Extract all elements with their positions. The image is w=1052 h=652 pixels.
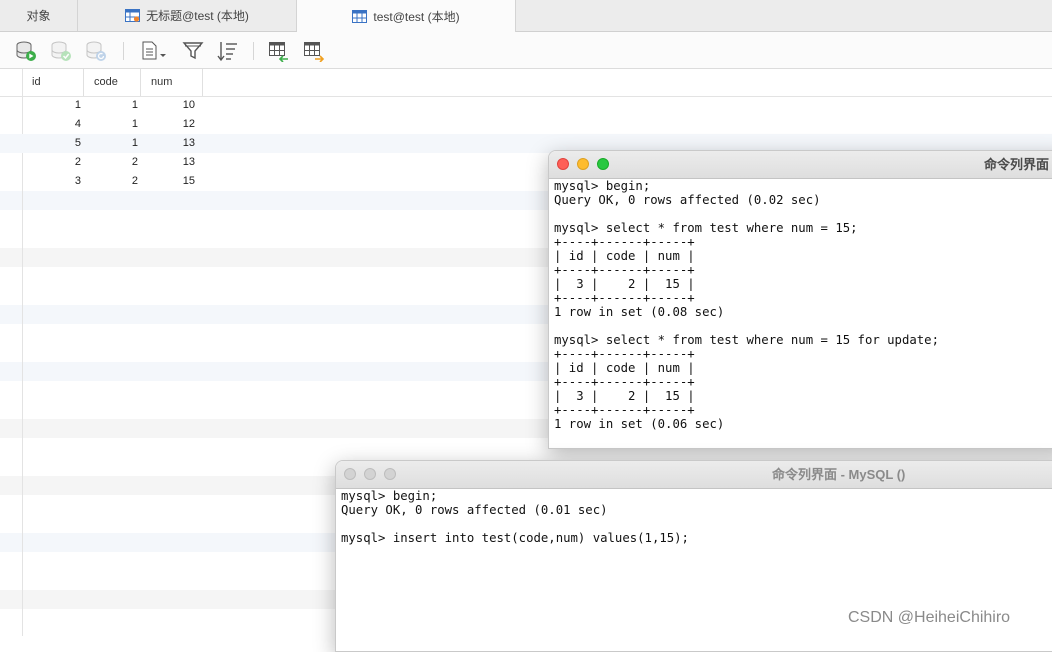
table-icon xyxy=(352,9,368,23)
cell-code[interactable]: 2 xyxy=(84,153,138,172)
column-header-num[interactable]: num xyxy=(141,69,203,96)
cell-num[interactable]: 15 xyxy=(141,172,195,191)
tab-label: 无标题@test (本地) xyxy=(146,9,249,23)
terminal-output[interactable]: mysql> begin; Query OK, 0 rows affected … xyxy=(341,489,689,545)
terminal-window-1[interactable]: 命令列界面 mysql> begin; Query OK, 0 rows aff… xyxy=(548,150,1052,449)
cell-id[interactable]: 4 xyxy=(22,115,81,134)
import-icon[interactable] xyxy=(268,40,290,63)
column-header-code[interactable]: code xyxy=(84,69,141,96)
window-title: 命令列界面 xyxy=(984,157,1050,172)
toolbar-divider xyxy=(253,42,254,60)
tab-objects[interactable]: 对象 xyxy=(0,0,78,31)
title-bar[interactable]: 命令列界面 - MySQL () xyxy=(336,461,1052,489)
minimize-button[interactable] xyxy=(364,468,376,480)
cell-code[interactable]: 1 xyxy=(84,115,138,134)
window-title: 命令列界面 - MySQL () xyxy=(772,467,906,482)
toolbar-divider xyxy=(123,42,124,60)
tab-test-table[interactable]: test@test (本地) xyxy=(297,0,516,32)
cell-id[interactable]: 5 xyxy=(22,134,81,153)
cell-id[interactable]: 1 xyxy=(22,96,81,115)
column-header-id[interactable]: id xyxy=(22,69,84,96)
terminal-output[interactable]: mysql> begin; Query OK, 0 rows affected … xyxy=(554,179,939,431)
close-button[interactable] xyxy=(344,468,356,480)
cell-num[interactable]: 13 xyxy=(141,153,195,172)
cell-num[interactable]: 13 xyxy=(141,134,195,153)
tab-label: test@test (本地) xyxy=(373,9,460,24)
query-icon xyxy=(125,9,141,22)
db-rollback-icon[interactable] xyxy=(85,40,107,62)
cell-code[interactable]: 1 xyxy=(84,96,138,115)
db-run-icon[interactable] xyxy=(15,40,37,62)
toolbar xyxy=(0,32,1052,69)
cell-num[interactable]: 12 xyxy=(141,115,195,134)
text-view-icon[interactable] xyxy=(140,40,168,62)
cell-id[interactable]: 2 xyxy=(22,153,81,172)
filter-icon[interactable] xyxy=(182,40,204,62)
export-icon[interactable] xyxy=(303,40,325,63)
watermark: CSDN @HeiheiChihiro xyxy=(848,609,1011,626)
title-bar[interactable]: 命令列界面 xyxy=(549,151,1052,179)
zoom-button[interactable] xyxy=(384,468,396,480)
cell-id[interactable]: 3 xyxy=(22,172,81,191)
cell-code[interactable]: 2 xyxy=(84,172,138,191)
table-row[interactable]: 1 1 10 xyxy=(0,96,1052,115)
close-button[interactable] xyxy=(557,158,569,170)
minimize-button[interactable] xyxy=(577,158,589,170)
cell-code[interactable]: 1 xyxy=(84,134,138,153)
cell-num[interactable]: 10 xyxy=(141,96,195,115)
tab-untitled-query[interactable]: 无标题@test (本地) xyxy=(78,0,297,31)
tab-label: 对象 xyxy=(26,9,51,23)
table-row[interactable]: 4 1 12 xyxy=(0,115,1052,134)
zoom-button[interactable] xyxy=(597,158,609,170)
sort-icon[interactable] xyxy=(217,40,239,62)
tab-bar: 对象 无标题@test (本地) test@test (本地) xyxy=(0,0,1052,32)
db-commit-icon[interactable] xyxy=(50,40,72,62)
